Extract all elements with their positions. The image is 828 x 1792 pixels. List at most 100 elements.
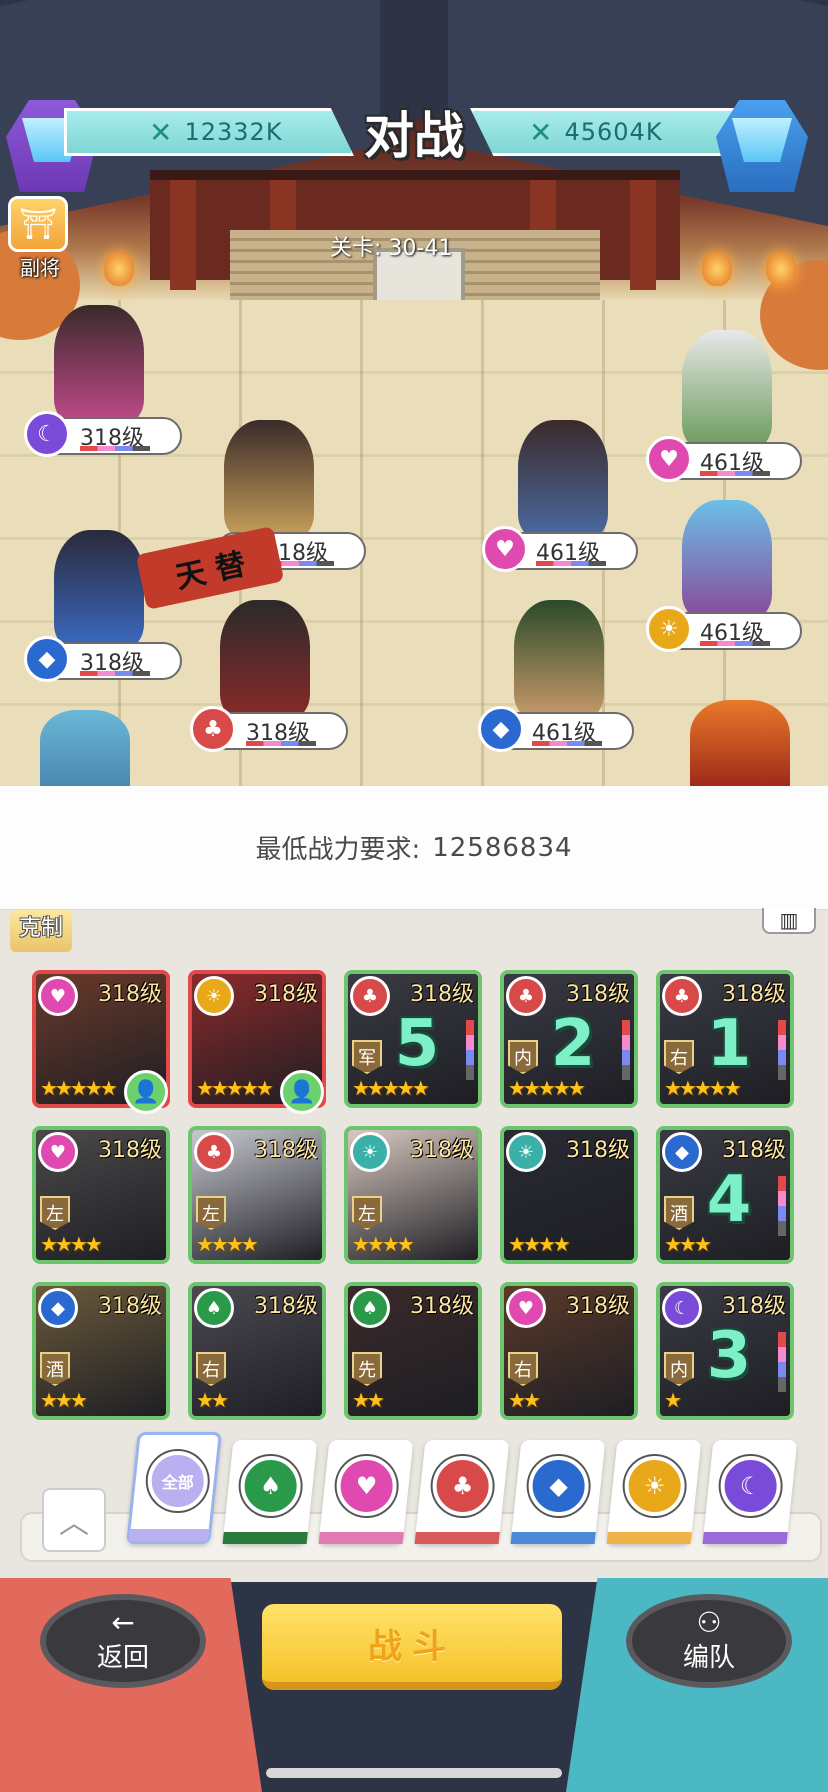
team-label: 编队: [682, 1642, 735, 1673]
deputy-button[interactable]: ⛩ 副将: [8, 196, 72, 282]
star-rating: ★★★★★: [196, 1076, 274, 1100]
back-arrow-icon: ←: [111, 1605, 135, 1639]
lantern-icon: [104, 252, 134, 286]
hero-figure: [54, 305, 144, 423]
lantern-icon: [702, 252, 732, 286]
fight-label: 战斗: [368, 1626, 456, 1667]
filter-label: 全部: [161, 1473, 194, 1492]
stage-label: 关卡: 30-41: [330, 236, 453, 261]
diamond-faction-icon: ◆: [478, 706, 524, 752]
hero-card[interactable]: ☀ 318级左 ★★★★: [344, 1126, 482, 1264]
counter-label: 克制: [18, 916, 63, 941]
hero-level: 318级: [98, 982, 162, 1007]
banner-text: 天 替: [172, 546, 249, 596]
formation-number: 1: [706, 1007, 752, 1081]
chevron-up-icon[interactable]: ︿: [42, 1488, 106, 1552]
fight-button[interactable]: 战斗: [262, 1604, 562, 1690]
star-rating: ★: [664, 1388, 682, 1412]
star-rating: ★★★: [664, 1232, 712, 1256]
sun-element-icon: ☀: [350, 1132, 390, 1172]
heart-element-icon: ♥: [506, 1288, 546, 1328]
filter-stripe: [414, 1532, 500, 1544]
battle-scene: 318级 ☾ 318级 318级 ◆ 318级 ♣ 天 替 461级 ♥ 461…: [0, 0, 828, 786]
diamond-element-icon: ◆: [38, 1288, 78, 1328]
hero-card[interactable]: ♥ 318级左 ★★★★: [32, 1126, 170, 1264]
hero-card[interactable]: ◆ 318级酒 ★★★: [32, 1282, 170, 1420]
heart-faction-icon: ♥: [646, 436, 692, 482]
rarity-bar: [778, 1176, 786, 1236]
sword-icon: ✕: [529, 115, 553, 149]
left-power-bar: ✕ 12332K: [64, 108, 354, 156]
hero-level: 318级: [254, 1294, 318, 1319]
hero-level: 318级: [98, 1138, 162, 1163]
filter-stripe: [222, 1532, 308, 1544]
right-power-bar: ✕ 45604K: [470, 108, 762, 156]
sun-faction-icon: ☀: [646, 606, 692, 652]
temple-icon: ⛩: [8, 196, 68, 252]
hero-card[interactable]: ◆ 318级酒 4 ★★★: [656, 1126, 794, 1264]
filter-tab-heart[interactable]: ♥: [318, 1440, 414, 1544]
hero-card[interactable]: ☀ 318级 ★★★★: [500, 1126, 638, 1264]
home-indicator[interactable]: [266, 1768, 562, 1778]
filter-label: ☀: [643, 1472, 666, 1500]
left-power-value: 12332K: [184, 118, 283, 146]
filter-tab-club[interactable]: ♣: [414, 1440, 510, 1544]
diamond-faction-icon: ◆: [24, 636, 70, 682]
hero-card[interactable]: ♣ 318级内 2 ★★★★★: [500, 970, 638, 1108]
right-power-value: 45604K: [564, 118, 663, 146]
hero-card[interactable]: ♣ 318级左 ★★★★: [188, 1126, 326, 1264]
enemy-unit[interactable]: 461级 ◆: [478, 600, 634, 752]
star-rating: ★★★★★: [664, 1076, 742, 1100]
hero-level: 318级: [254, 1138, 318, 1163]
filter-label: ◆: [549, 1472, 568, 1500]
hero-figure: [514, 600, 604, 718]
moon-filter-icon: ☾: [720, 1456, 781, 1516]
enemy-unit[interactable]: 461级 ♥: [482, 420, 638, 572]
hero-card[interactable]: ♣ 318级右 1 ★★★★★: [656, 970, 794, 1108]
back-button[interactable]: ← 返回: [40, 1594, 206, 1688]
hero-figure: [682, 500, 772, 618]
star-rating: ★★★★★: [40, 1076, 118, 1100]
star-rating: ★★★: [40, 1388, 88, 1412]
hero-card[interactable]: ♥ 318级右 ★★: [500, 1282, 638, 1420]
club-filter-icon: ♣: [432, 1456, 493, 1516]
hero-card[interactable]: ♠ 318级先 ★★: [344, 1282, 482, 1420]
team-button[interactable]: ⚇ 编队: [626, 1594, 792, 1688]
filter-tab-diamond[interactable]: ◆: [510, 1440, 606, 1544]
filter-tab-all[interactable]: 全部: [126, 1432, 222, 1544]
hero-level: 318级: [254, 982, 318, 1007]
rarity-bar: [622, 1020, 630, 1080]
filter-label: ♥: [355, 1472, 378, 1500]
rarity-bar: [778, 1020, 786, 1080]
star-rating: ★★★★: [196, 1232, 259, 1256]
sun-element-icon: ☀: [506, 1132, 546, 1172]
filter-stripe: [318, 1532, 404, 1544]
enemy-unit-partial: [690, 700, 790, 786]
ally-unit[interactable]: 318级 ☾: [24, 305, 182, 457]
hero-figure: [220, 600, 310, 718]
formation-number: 5: [394, 1007, 440, 1081]
enemy-unit[interactable]: 461级 ♥: [646, 330, 802, 482]
spade-element-icon: ♠: [194, 1288, 234, 1328]
all-filter-icon: 全部: [147, 1451, 208, 1511]
hero-card[interactable]: ☾ 318级内 3 ★: [656, 1282, 794, 1420]
moon-faction-icon: ☾: [24, 411, 70, 457]
star-rating: ★★★★: [508, 1232, 571, 1256]
filter-label: ♠: [259, 1472, 282, 1500]
filter-tab-moon[interactable]: ☾: [702, 1440, 798, 1544]
info-book-icon[interactable]: ▥: [762, 908, 816, 934]
spade-element-icon: ♠: [350, 1288, 390, 1328]
star-rating: ★★★★★: [352, 1076, 430, 1100]
counter-button[interactable]: 克制: [10, 910, 72, 952]
filter-tab-spade[interactable]: ♠: [222, 1440, 318, 1544]
ally-unit[interactable]: 318级 ♣: [190, 600, 348, 752]
star-rating: ★★: [196, 1388, 229, 1412]
hero-level: 318级: [566, 1294, 630, 1319]
hero-level: 318级: [410, 1138, 474, 1163]
filter-stripe: [606, 1532, 692, 1544]
requirement-value: 12586834: [432, 832, 573, 863]
filter-tab-sun[interactable]: ☀: [606, 1440, 702, 1544]
hero-card[interactable]: ♣ 318级军 5 ★★★★★: [344, 970, 482, 1108]
enemy-unit[interactable]: 461级 ☀: [646, 500, 802, 652]
hero-card[interactable]: ♠ 318级右 ★★: [188, 1282, 326, 1420]
